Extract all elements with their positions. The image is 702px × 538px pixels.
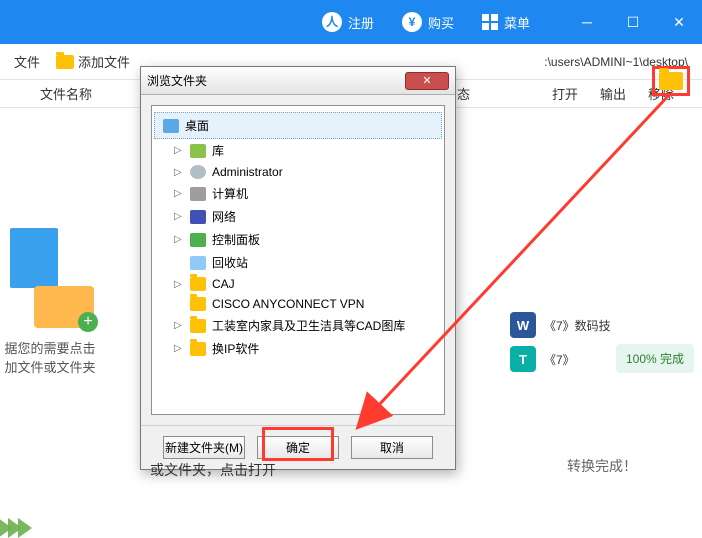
header-filename[interactable]: 文件名称 [10, 84, 92, 103]
menu-button[interactable]: 菜单 [468, 0, 544, 44]
tree-item[interactable]: ▷ 计算机 [154, 182, 442, 205]
expander-icon[interactable]: ▷ [174, 320, 184, 331]
tree-label: 计算机 [212, 185, 248, 202]
folder-icon [190, 165, 206, 179]
result-label: 《7》 [544, 351, 575, 368]
tree-item[interactable]: ▷ 工装室内家具及卫生洁具等CAD图库 [154, 314, 442, 337]
register-button[interactable]: 人 注册 [308, 0, 388, 44]
header-open[interactable]: 打开 [552, 84, 578, 103]
tree-label: CAJ [212, 277, 235, 291]
expander-icon[interactable]: ▷ [174, 211, 184, 222]
dialog-close-button[interactable]: ✕ [405, 72, 449, 90]
add-file-button[interactable]: 添加文件 [50, 50, 136, 73]
folder-icon [190, 233, 206, 247]
folder-tree[interactable]: 桌面 ▷库▷Administrator▷计算机▷网络▷控制面板回收站▷CAJCI… [151, 105, 445, 415]
buy-label: 购买 [428, 13, 454, 32]
minimize-button[interactable]: ─ [564, 0, 610, 44]
header-status: 态 [457, 84, 470, 103]
text-icon: T [510, 346, 536, 372]
tree-label: Administrator [212, 165, 283, 179]
tree-item[interactable]: ▷ 换IP软件 [154, 337, 442, 360]
dropzone-text-1: 据您的需要点击 [0, 338, 130, 357]
browse-folder-button[interactable] [652, 66, 690, 96]
desktop-icon [163, 119, 179, 133]
tree-item[interactable]: 回收站 [154, 251, 442, 274]
menu-icon [482, 14, 498, 30]
title-bar: 人 注册 ¥ 购买 菜单 ─ ☐ ✕ [0, 0, 702, 44]
hint-text: 或文件夹，点击打开 [150, 460, 276, 480]
header-export[interactable]: 输出 [600, 84, 626, 103]
folder-icon [190, 187, 206, 201]
folder-icon [190, 144, 206, 158]
tree-item[interactable]: ▷ CAJ [154, 274, 442, 294]
expander-icon[interactable]: ▷ [174, 167, 184, 178]
window-controls: ─ ☐ ✕ [564, 0, 702, 44]
progress-badge: 100% 完成 [616, 344, 694, 373]
add-file-label: 添加文件 [78, 52, 130, 71]
folder-icon [190, 297, 206, 311]
file-menu[interactable]: 文件 [8, 50, 46, 73]
tree-label: 工装室内家具及卫生洁具等CAD图库 [212, 317, 405, 334]
tree-item[interactable]: ▷ 网络 [154, 205, 442, 228]
yen-icon: ¥ [402, 12, 422, 32]
expander-icon[interactable]: ▷ [174, 188, 184, 199]
folder-icon [659, 72, 683, 90]
dropzone-text-2: 加文件或文件夹 [0, 357, 130, 376]
word-icon: W [510, 312, 536, 338]
tree-label: 桌面 [185, 117, 209, 134]
close-button[interactable]: ✕ [656, 0, 702, 44]
green-arrows-icon [0, 518, 28, 538]
dialog-title: 浏览文件夹 [147, 72, 207, 89]
tree-item-desktop[interactable]: 桌面 [154, 112, 442, 139]
tree-item[interactable]: CISCO ANYCONNECT VPN [154, 294, 442, 314]
drop-zone[interactable]: + 据您的需要点击 加文件或文件夹 [0, 228, 130, 376]
tree-label: 库 [212, 142, 224, 159]
tree-item[interactable]: ▷ Administrator [154, 162, 442, 182]
folder-icon [190, 210, 206, 224]
new-folder-button[interactable]: 新建文件夹(M) [163, 436, 245, 459]
tree-item[interactable]: ▷库 [154, 139, 442, 162]
expander-icon[interactable]: ▷ [174, 234, 184, 245]
results-footer: 转换完成！ [502, 456, 702, 476]
expander-icon[interactable]: ▷ [174, 145, 184, 156]
folder-icon [190, 277, 206, 291]
expander-icon[interactable]: ▷ [174, 343, 184, 354]
tree-label: 换IP软件 [212, 340, 259, 357]
tree-label: CISCO ANYCONNECT VPN [212, 297, 364, 311]
folder-icon [190, 342, 206, 356]
result-label: 《7》数码技 [544, 317, 611, 334]
cancel-button[interactable]: 取消 [351, 436, 433, 459]
buy-button[interactable]: ¥ 购买 [388, 0, 468, 44]
tree-label: 回收站 [212, 254, 248, 271]
expander-icon[interactable]: ▷ [174, 279, 184, 290]
register-label: 注册 [348, 13, 374, 32]
ok-button[interactable]: 确定 [257, 436, 339, 459]
dropzone-illustration: + [0, 228, 100, 328]
maximize-button[interactable]: ☐ [610, 0, 656, 44]
browse-folder-dialog: 浏览文件夹 ✕ 桌面 ▷库▷Administrator▷计算机▷网络▷控制面板回… [140, 66, 456, 470]
tree-label: 控制面板 [212, 231, 260, 248]
result-item[interactable]: W 《7》数码技 [502, 308, 702, 342]
dialog-titlebar[interactable]: 浏览文件夹 ✕ [141, 67, 455, 95]
tree-label: 网络 [212, 208, 236, 225]
tree-item[interactable]: ▷ 控制面板 [154, 228, 442, 251]
menu-label: 菜单 [504, 13, 530, 32]
results-panel: W 《7》数码技 T 《7》 100% 完成 转换完成！ [502, 308, 702, 476]
folder-icon [190, 256, 206, 270]
folder-icon [190, 319, 206, 333]
folder-icon [56, 55, 74, 69]
user-icon: 人 [322, 12, 342, 32]
